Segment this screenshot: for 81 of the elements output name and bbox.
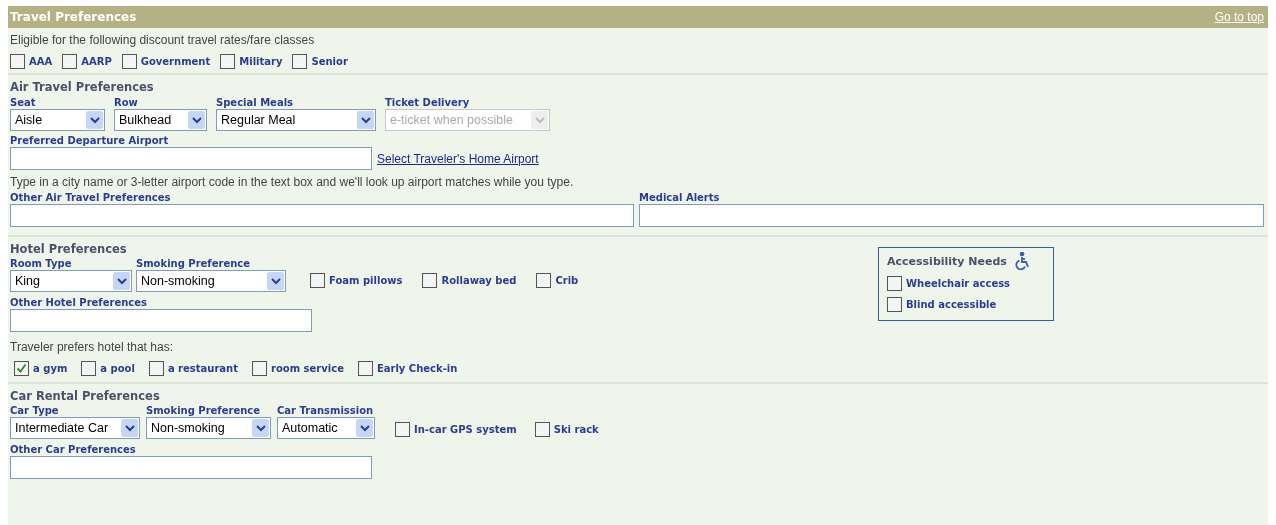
airport-input[interactable] [10,147,372,170]
field-label: Room Type [10,258,73,270]
checkbox-option[interactable]: Wheelchair access [887,276,1045,291]
discount-label: Eligible for the following discount travel rates/fare classes [10,32,316,48]
checkbox[interactable] [357,361,373,376]
checkbox[interactable] [252,361,267,376]
home-airport-link[interactable]: Select Traveler's Home Airport [377,152,539,166]
field-label: Seat [10,97,37,109]
hotel-prefers-label: Traveler prefers hotel that has: [10,339,174,355]
checkbox-option[interactable]: AAA [10,54,53,69]
chevron-down-icon [534,116,545,124]
checkmark-icon [16,363,27,374]
checkbox-option[interactable]: Crib [536,273,579,288]
checkbox[interactable] [310,273,325,288]
car-preferences-input[interactable] [10,456,372,479]
checkbox[interactable] [887,297,902,312]
dropdown[interactable]: Bulkhead [114,109,207,131]
dropdown[interactable]: Non-smoking [146,417,271,439]
checkbox[interactable] [395,422,410,437]
dropdown[interactable]: Regular Meal [216,109,376,131]
airport-hint: Type in a city name or 3-letter airport code in the text box and we'll look up airport matches while you type. [10,174,575,190]
checkbox-option[interactable]: AARP [62,54,112,69]
wheelchair-icon [1014,252,1031,270]
hotel-preferences-input[interactable] [10,309,312,332]
dropdown[interactable]: King [10,270,132,292]
field-label: Car Transmission [277,405,375,417]
checkbox-option[interactable]: Military [220,54,283,69]
dropdown[interactable]: Automatic [277,417,375,439]
field-label: Row [114,97,139,109]
section-heading: Car Rental Preferences [10,388,161,404]
checkbox-option[interactable]: a restaurant [148,361,238,376]
checkbox-option[interactable]: Foam pillows [310,273,403,288]
checkbox[interactable] [148,361,164,376]
checkbox[interactable] [14,361,29,376]
checkbox[interactable] [121,54,137,69]
chevron-down-icon [270,277,281,285]
chevron-down-icon [359,424,370,432]
checkbox-option[interactable]: a gym [14,361,68,376]
field-label: Medical Alerts [639,192,721,204]
field-label: Smoking Preference [146,405,262,417]
section-heading: Air Travel Preferences [10,79,155,95]
dropdown[interactable]: Non-smoking [136,270,286,292]
air-preferences-input[interactable] [10,204,634,227]
chevron-down-icon [89,116,100,124]
checkbox-option[interactable]: Early Check-in [357,361,458,376]
dropdown[interactable]: Intermediate Car [10,417,140,439]
checkbox[interactable] [887,276,902,291]
checkbox[interactable] [10,54,25,69]
field-label: Other Hotel Preferences [10,297,148,309]
checkbox[interactable] [422,273,438,288]
checkbox-option[interactable]: Rollaway bed [422,273,517,288]
chevron-down-icon [191,116,202,124]
field-label: Ticket Delivery [385,97,471,109]
chevron-down-icon [116,277,127,285]
accessibility-title: Accessibility Needs [887,254,1007,268]
checkbox[interactable] [81,361,97,376]
checkbox-option[interactable]: Senior [292,54,348,69]
checkbox[interactable] [536,273,552,288]
checkbox-option[interactable]: Blind accessible [887,297,1045,312]
checkbox[interactable] [62,54,78,69]
chevron-down-icon [255,424,266,432]
medical-alerts-input[interactable] [639,204,1264,227]
chevron-down-icon [124,424,135,432]
section-title: Travel Preferences [10,10,137,24]
section-heading: Hotel Preferences [10,241,128,257]
checkbox-option[interactable]: In-car GPS system [395,422,517,437]
dropdown[interactable]: Aisle [10,109,105,131]
checkbox-option[interactable]: Ski rack [534,422,599,437]
checkbox-option[interactable]: a pool [81,361,135,376]
checkbox[interactable] [220,54,236,69]
chevron-down-icon [360,116,371,124]
field-label: Car Type [10,405,60,417]
checkbox-option[interactable]: room service [252,361,344,376]
field-label: Special Meals [216,97,295,109]
field-label: Other Car Preferences [10,444,137,456]
checkbox[interactable] [534,422,550,437]
checkbox[interactable] [292,54,308,69]
field-label: Smoking Preference [136,258,252,270]
field-label: Other Air Travel Preferences [10,192,172,204]
field-label: Preferred Departure Airport [10,135,170,147]
checkbox-option[interactable]: Government [121,54,211,69]
